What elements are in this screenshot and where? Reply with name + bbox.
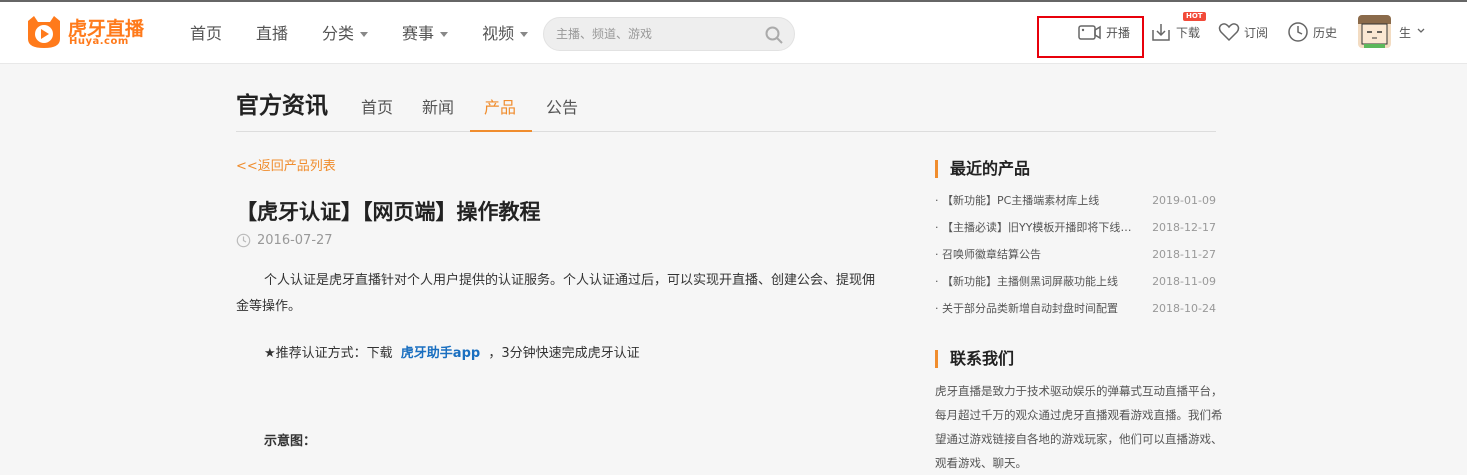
nav-live[interactable]: 直播: [256, 22, 288, 46]
diagram-label: 示意图：: [264, 434, 317, 449]
logo-subtext: Huya.com: [69, 36, 129, 47]
main-nav: 首页 直播 分类 赛事 视频: [190, 22, 562, 46]
recent-item-date: 2018-10-24: [1152, 302, 1216, 315]
nav-category-label: 分类: [322, 24, 355, 43]
recent-products-list: · 【新功能】PC主播端素材库上线 2019-01-09 · 【主播必读】旧YY…: [935, 192, 1216, 327]
avatar-icon: [1358, 15, 1391, 48]
start-live-label: 开播: [1106, 25, 1131, 40]
hot-badge: HOT: [1183, 12, 1206, 21]
tab-home[interactable]: 首页: [361, 94, 393, 118]
history-button[interactable]: 历史: [1287, 16, 1337, 48]
recent-item-date: 2018-11-09: [1152, 275, 1216, 288]
back-to-products-link[interactable]: <<返回产品列表: [236, 155, 336, 174]
contact-us-text: 虎牙直播是致力于技术驱动娱乐的弹幕式互动直播平台，每月超过千万的观众通过虎牙直播…: [935, 384, 1223, 470]
recent-products-heading: 最近的产品: [935, 160, 1030, 178]
nav-video[interactable]: 视频: [482, 22, 529, 46]
download-icon: [1152, 24, 1170, 41]
subscribe-button[interactable]: 订阅: [1218, 16, 1268, 48]
recommend-suffix: ，3分钟快速完成虎牙认证: [488, 346, 640, 361]
recent-item-date: 2018-11-27: [1152, 248, 1216, 261]
tab-announcements[interactable]: 公告: [546, 94, 578, 118]
tab-news[interactable]: 新闻: [422, 94, 454, 118]
article-date-text: 2016-07-27: [257, 233, 333, 248]
list-item[interactable]: · 关于部分品类新增自动封盘时间配置 2018-10-24: [935, 300, 1216, 327]
list-item[interactable]: · 【新功能】主播侧黑词屏蔽功能上线 2018-11-09: [935, 273, 1216, 300]
camera-icon: [1078, 25, 1101, 40]
list-item[interactable]: · 召唤师徽章结算公告 2018-11-27: [935, 246, 1216, 273]
clock-icon: [236, 233, 251, 248]
article-title: 【虎牙认证】【网页端】操作教程: [236, 200, 541, 224]
nav-home[interactable]: 首页: [190, 22, 222, 46]
user-name[interactable]: 生: [1399, 24, 1411, 41]
history-label: 历史: [1313, 25, 1338, 40]
active-tab-underline: [470, 130, 532, 132]
article-date: 2016-07-27: [236, 233, 333, 248]
clock-icon: [1288, 22, 1308, 42]
chevron-down-icon: [360, 31, 369, 37]
nav-events-label: 赛事: [402, 24, 435, 43]
nav-video-label: 视频: [482, 24, 515, 43]
nav-events[interactable]: 赛事: [402, 22, 449, 46]
huya-logo-icon: [28, 16, 60, 48]
search-input[interactable]: [556, 25, 756, 43]
avatar[interactable]: [1358, 15, 1391, 48]
search-box: [543, 17, 795, 51]
huya-assistant-app-link[interactable]: 虎牙助手app: [401, 346, 480, 361]
recent-item-title[interactable]: · 【新功能】主播侧黑词屏蔽功能上线: [935, 273, 1140, 291]
list-item[interactable]: · 【主播必读】旧YY模板开播即将下线通知 2018-12-17: [935, 219, 1216, 246]
nav-category[interactable]: 分类: [322, 22, 369, 46]
huya-logo[interactable]: 虎牙直播 Huya.com: [24, 13, 150, 53]
contact-us-heading: 联系我们: [935, 350, 1014, 368]
chevron-down-icon: [520, 31, 529, 37]
chevron-down-icon[interactable]: [1417, 27, 1425, 35]
heart-icon: [1218, 23, 1240, 42]
recent-item-title[interactable]: · 关于部分品类新增自动封盘时间配置: [935, 300, 1140, 318]
recent-item-title[interactable]: · 【主播必读】旧YY模板开播即将下线通知: [935, 219, 1140, 237]
nav-live-label: 直播: [256, 24, 289, 43]
page-content: 官方资讯 首页 新闻 产品 公告 <<返回产品列表 【虎牙认证】【网页端】操作教…: [236, 64, 1223, 475]
recommend-line: ★推荐认证方式：下载 虎牙助手app ，3分钟快速完成虎牙认证: [264, 342, 640, 361]
recommend-prefix: ★推荐认证方式：下载: [264, 346, 393, 361]
download-label: 下载: [1176, 25, 1201, 40]
article-paragraph: 个人认证是虎牙直播针对个人用户提供的认证服务。个人认证通过后，可以实现开直播、创…: [236, 273, 876, 314]
tab-products[interactable]: 产品: [484, 94, 516, 118]
chevron-down-icon: [440, 31, 449, 37]
start-live-button[interactable]: 开播: [1078, 16, 1130, 48]
recent-item-date: 2019-01-09: [1152, 194, 1216, 207]
list-item[interactable]: · 【新功能】PC主播端素材库上线 2019-01-09: [935, 192, 1216, 219]
subscribe-label: 订阅: [1244, 25, 1269, 40]
nav-home-label: 首页: [190, 24, 223, 43]
recent-item-date: 2018-12-17: [1152, 221, 1216, 234]
section-title: 官方资讯: [236, 93, 328, 119]
recent-item-title[interactable]: · 【新功能】PC主播端素材库上线: [935, 192, 1140, 210]
recent-item-title[interactable]: · 召唤师徽章结算公告: [935, 246, 1140, 264]
search-icon[interactable]: [764, 25, 784, 45]
sub-nav: 官方资讯 首页 新闻 产品 公告: [236, 86, 1216, 132]
